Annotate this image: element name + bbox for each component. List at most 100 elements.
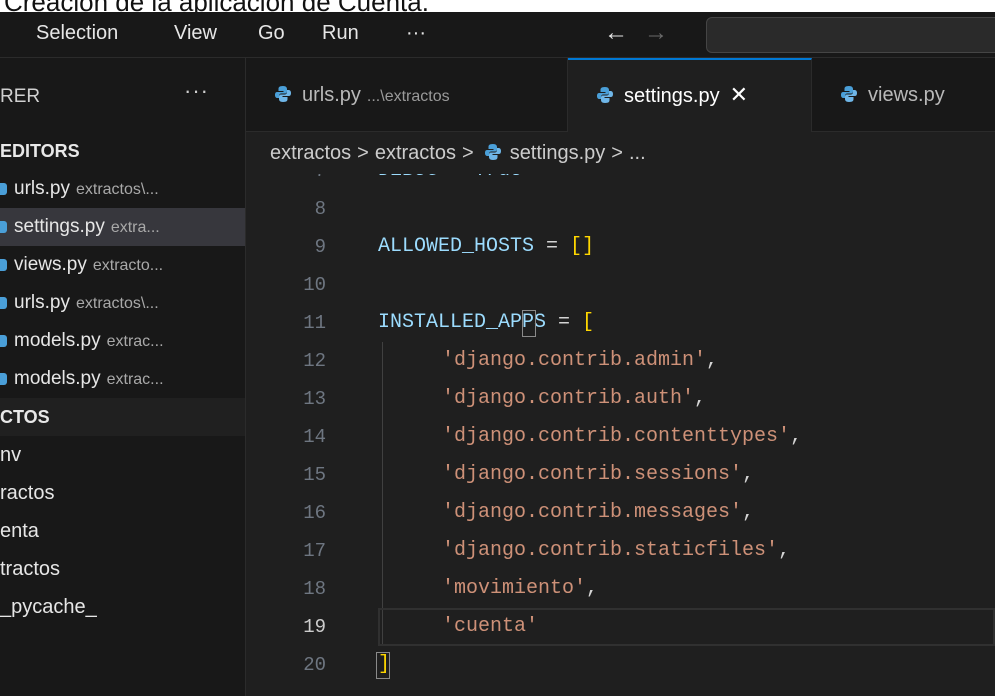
explorer-header: RER ··· [0,58,245,132]
line-number: 17 [303,540,326,562]
tab-views-py[interactable]: views.py [812,58,995,132]
code-line: 'cuenta' [442,608,538,646]
tab-label: views.py [868,84,945,106]
python-file-icon [275,85,291,102]
code-comma: , [694,387,707,410]
file-path: extractos\... [75,181,159,198]
explorer-title: RER [0,86,41,107]
file-path: extracto... [92,257,164,274]
breadcrumb-item[interactable]: extractos [375,142,456,164]
open-editor-item[interactable]: models.py extrac... [0,360,245,398]
line-number: 14 [303,426,326,448]
python-file-icon [0,335,7,347]
open-editor-item[interactable]: views.py extracto... [0,246,245,284]
tab-dir: ...\extractos [366,88,450,105]
open-editor-item[interactable]: urls.py extractos\... [0,170,245,208]
python-file-icon [0,259,7,271]
breadcrumb-item[interactable]: ... [629,142,646,164]
code-comma: , [742,463,755,486]
tab-label: settings.py [624,85,720,107]
code-string: 'cuenta' [442,615,539,638]
line-number: 16 [303,502,326,524]
open-editor-item[interactable]: urls.py extractos\... [0,284,245,322]
line-number: 12 [303,350,326,372]
line-number: 8 [314,198,326,220]
chevron-right-icon: > [357,142,369,164]
bracket-match-highlight [522,310,536,337]
python-file-icon [597,86,613,103]
code-string: 'django.contrib.admin' [442,349,707,372]
file-path: extrac... [106,371,164,388]
command-center-input[interactable] [706,17,995,53]
menu-bar: Selection View Go Run ··· ← → [0,12,995,58]
code-line: DEBUG = True [378,174,522,190]
code-comma: , [586,577,599,600]
folder-item[interactable]: nv [0,436,245,474]
code-bracket: [ [570,235,583,258]
code-editor[interactable]: 7 DEBUG = True 8 9 ALLOWED_HOSTS = [] 10… [246,174,995,696]
folder-item[interactable]: enta [0,512,245,550]
tab-urls-py[interactable]: urls.py ...\extractos [246,58,568,132]
breadcrumb-item[interactable]: extractos [270,142,351,164]
code-line: 'django.contrib.admin', [442,342,718,380]
code-string: 'django.contrib.contenttypes' [442,425,791,448]
code-string: 'movimiento' [442,577,587,600]
open-editor-item-active[interactable]: settings.py extra... [0,208,245,246]
project-folder-header[interactable]: CTOS [0,398,245,436]
explorer-more-icon[interactable]: ··· [184,58,209,132]
vscode-window: Selection View Go Run ··· ← → RER ··· ED… [0,12,995,696]
explorer-sidebar: RER ··· EDITORS urls.py extractos\... set… [0,58,246,696]
open-editors-header[interactable]: EDITORS [0,132,245,170]
code-comma: , [778,539,791,562]
file-name: views.py [14,254,87,275]
python-file-icon [0,373,7,385]
code-string: 'django.contrib.staticfiles' [442,539,779,562]
breadcrumb-item[interactable]: settings.py [510,142,606,164]
code-line: INSTALLED_APPS = [ [378,304,594,342]
code-line: 'django.contrib.contenttypes', [442,418,802,456]
menu-selection[interactable]: Selection [36,12,118,58]
code-bracket: [ [582,311,595,334]
editor-tab-bar: urls.py ...\extractos settings.py ✕ views.… [246,58,995,132]
code-string: 'django.contrib.sessions' [442,463,743,486]
tab-label: urls.py [302,84,361,106]
open-editor-item[interactable]: models.py extrac... [0,322,245,360]
code-line: ALLOWED_HOSTS = [] [378,228,594,266]
file-name: urls.py [14,292,70,313]
file-path: extra... [110,219,160,236]
menu-more-icon[interactable]: ··· [406,12,426,58]
close-icon[interactable]: ✕ [730,82,748,107]
back-arrow-icon[interactable]: ← [604,12,628,58]
chevron-right-icon: > [611,142,623,164]
bracket-match-highlight [376,652,390,679]
forward-arrow-icon[interactable]: → [644,12,668,58]
code-line: 'django.contrib.staticfiles', [442,532,790,570]
code-line: 'movimiento', [442,570,598,608]
tab-settings-py[interactable]: settings.py ✕ [568,58,812,132]
folder-item[interactable]: ractos [0,474,245,512]
indent-guide [382,342,383,646]
line-number-current: 19 [303,616,326,638]
folder-item[interactable]: _pycache_ [0,588,245,626]
menu-go[interactable]: Go [258,12,285,58]
file-path: extractos\... [75,295,159,312]
file-name: urls.py [14,178,70,199]
python-file-icon [0,297,7,309]
menu-run[interactable]: Run [322,12,359,58]
code-operator: = [546,311,583,334]
code-string: 'django.contrib.messages' [442,501,743,524]
code-line: 'django.contrib.sessions', [442,456,754,494]
folder-item[interactable]: tractos [0,550,245,588]
line-number: 20 [303,654,326,676]
chevron-right-icon: > [462,142,474,164]
code-line: 'django.contrib.messages', [442,494,754,532]
code-operator: = [534,235,571,258]
python-file-icon [841,85,857,102]
code-bracket: ] [582,235,595,258]
code-comma: , [742,501,755,524]
menu-view[interactable]: View [174,12,217,58]
code-text: DEBUG = True [378,174,522,182]
code-string: 'django.contrib.auth' [442,387,695,410]
line-number: 13 [303,388,326,410]
breadcrumb: extractos > extractos > settings.py >... [246,132,995,174]
